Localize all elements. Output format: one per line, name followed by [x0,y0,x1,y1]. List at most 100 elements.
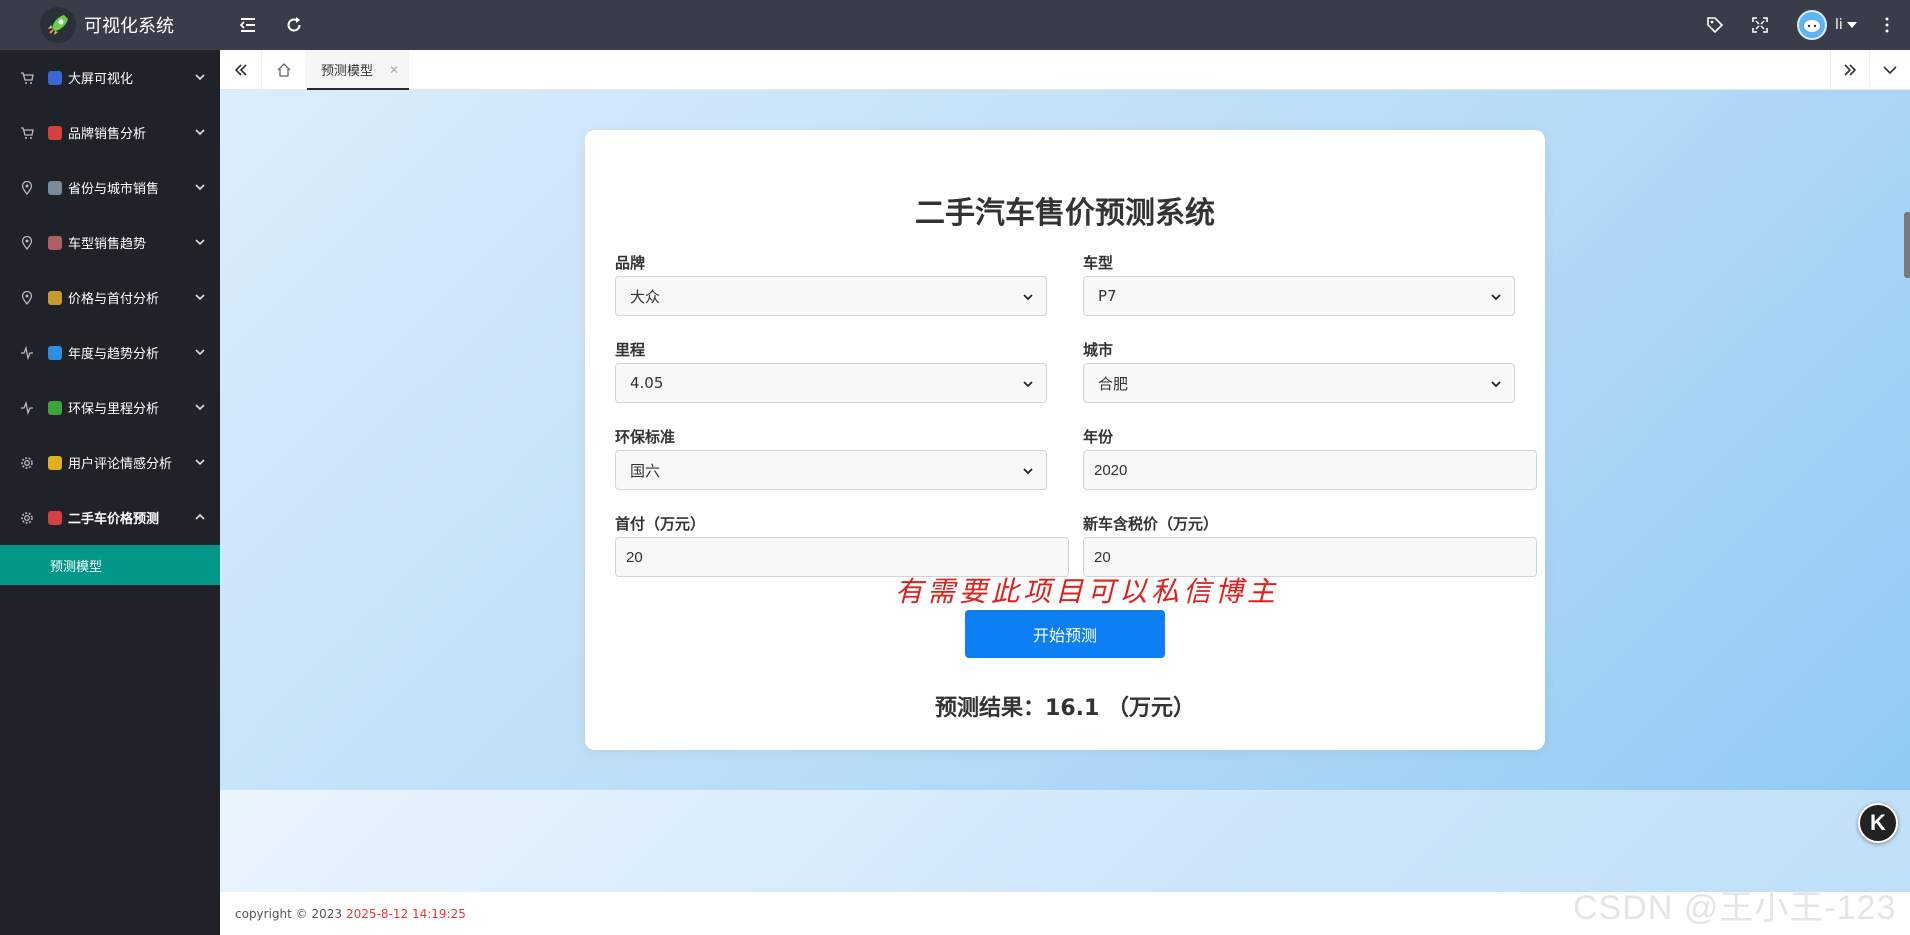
chevron-down-icon [195,74,205,81]
chevron-down-icon [195,239,205,246]
chevron-down-icon [1023,468,1033,475]
prediction-result: 预测结果：16.1 （万元） [935,696,1195,721]
emission-select-value: 国六 [630,461,661,480]
tabs-dropdown-chevron-down-icon[interactable] [1870,50,1910,90]
location-icon [18,289,36,307]
tabs-scroll-right-icon[interactable] [1830,50,1870,90]
chevron-down-icon [195,294,205,301]
refresh-icon[interactable] [282,13,306,37]
sidebar-item[interactable]: 用户评论情感分析 [0,435,220,490]
model-label: 车型 [1083,254,1114,272]
app-title: 可视化系统 [84,16,174,37]
sidebar-item-label: 品牌销售分析 [68,127,147,142]
sidebar-item[interactable]: 价格与首付分析 [0,270,220,325]
pulse-icon [18,399,36,417]
menu-emoji-icon [48,125,62,140]
tab-label: 预测模型 [321,63,374,79]
sidebar-item[interactable]: 省份与城市销售 [0,160,220,215]
mileage-select-value: 4.05 [630,374,664,392]
sidebar-item-label: 价格与首付分析 [68,292,160,307]
location-icon [18,234,36,252]
gear-icon [18,509,36,527]
more-vertical-icon[interactable] [1875,13,1899,37]
menu-emoji-icon [48,510,62,525]
location-icon [18,179,36,197]
tabs-scroll-left-icon[interactable] [220,50,262,90]
tab-prediction-model[interactable]: 预测模型 ✕ [307,50,409,90]
chevron-down-icon [1491,294,1501,301]
sidebar-item[interactable]: 二手车价格预测 [0,490,220,545]
tabs-bar: 预测模型 ✕ [220,50,1910,90]
copyright-text: copyright © 2023 [235,906,343,921]
menu-emoji-icon [48,290,62,305]
brand-select[interactable]: 大众 [615,276,1047,316]
pulse-icon [18,344,36,362]
gear-icon [18,454,36,472]
side-scroll-handle[interactable] [1904,212,1910,278]
menu-emoji-icon [48,235,62,250]
avatar [1797,10,1827,40]
floating-k-button[interactable]: K [1858,803,1898,843]
top-bar: 可视化系统 li [0,0,1910,50]
sidebar-item-label: 车型销售趋势 [68,237,147,252]
content-area: 二手汽车售价预测系统 品牌 大众 车型 P7 里程 4.05 城市 合肥 环保标… [220,90,1910,890]
page-title: 二手汽车售价预测系统 [915,196,1215,231]
menu-emoji-icon [48,455,62,470]
chevron-down-icon [195,184,205,191]
sidebar-item-label: 年度与趋势分析 [68,347,160,362]
chevron-down-icon [195,404,205,411]
chevron-down-icon [1023,381,1033,388]
cart-icon [18,124,36,142]
sidebar-item[interactable]: 年度与趋势分析 [0,325,220,380]
footer-datetime: 2025-8-12 14:19:25 [346,906,466,921]
model-select[interactable]: P7 [1083,276,1515,316]
sidebar-item-label: 二手车价格预测 [68,512,160,527]
rocket-logo-icon [40,7,76,43]
model-select-value: P7 [1098,287,1117,305]
start-prediction-button[interactable]: 开始预测 [965,610,1165,658]
brand-select-value: 大众 [630,287,661,306]
username: li [1835,17,1843,33]
sidebar-item-label: 省份与城市销售 [68,182,160,197]
mileage-label: 里程 [615,341,646,359]
brand-label: 品牌 [615,254,646,272]
chevron-up-icon [195,513,205,520]
sidebar-item-label: 环保与里程分析 [68,402,160,417]
chevron-down-icon [1023,294,1033,301]
menu-emoji-icon [48,400,62,415]
city-select[interactable]: 合肥 [1083,363,1515,403]
sidebar-subitem-prediction-model[interactable]: 预测模型 [0,545,220,585]
new-car-price-label: 新车含税价（万元） [1083,515,1219,533]
emission-select[interactable]: 国六 [615,450,1047,490]
year-label: 年份 [1083,428,1114,446]
fullscreen-icon[interactable] [1748,13,1772,37]
sidebar: 大屏可视化品牌销售分析 省份与城市销售 车型销售趋势 价格与首付分析 年度与趋势分析 环保… [0,50,220,935]
content-lower-area [220,790,1910,892]
caret-down-icon [1846,22,1857,28]
contact-overlay-text: 有需要此项目可以私信博主 [895,575,1280,608]
mileage-select[interactable]: 4.05 [615,363,1047,403]
csdn-watermark: CSDN @王小王-123 [1573,889,1897,927]
down-payment-label: 首付（万元） [615,515,706,533]
sidebar-item[interactable]: 车型销售趋势 [0,215,220,270]
emission-label: 环保标准 [615,428,676,446]
prediction-form-card: 二手汽车售价预测系统 品牌 大众 车型 P7 里程 4.05 城市 合肥 环保标… [585,130,1545,750]
menu-emoji-icon [48,180,62,195]
chevron-down-icon [195,349,205,356]
sidebar-item[interactable]: 品牌销售分析 [0,105,220,160]
menu-collapse-icon[interactable] [236,13,260,37]
sidebar-item[interactable]: 环保与里程分析 [0,380,220,435]
sidebar-item-label: 用户评论情感分析 [68,457,173,472]
sidebar-item[interactable]: 大屏可视化 [0,50,220,105]
cart-icon [18,69,36,87]
city-select-value: 合肥 [1098,374,1129,393]
user-menu[interactable]: li [1797,10,1857,40]
close-icon[interactable]: ✕ [389,63,399,77]
year-input[interactable] [1083,450,1537,490]
sidebar-item-label: 大屏可视化 [68,72,134,87]
menu-emoji-icon [48,70,62,85]
home-tab-icon[interactable] [262,50,307,90]
app-logo[interactable]: 可视化系统 [40,0,220,50]
chevron-down-icon [195,129,205,136]
tag-icon[interactable] [1703,13,1727,37]
